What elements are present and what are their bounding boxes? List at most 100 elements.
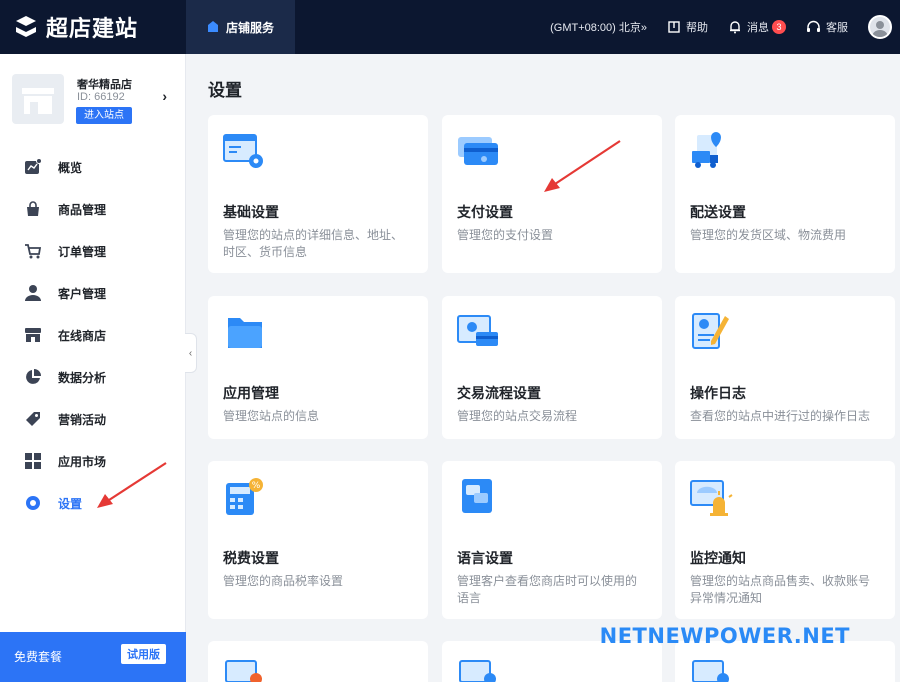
sidebar: 奢华精品店 ID: 66192 进入站点 › 概览 商品管理 订单管理 客户管理… (0, 54, 186, 682)
sidebar-item-orders[interactable]: 订单管理 (0, 230, 186, 272)
bag-icon (27, 201, 39, 216)
tab-label: 店铺服务 (226, 20, 275, 35)
sidebar-item-label: 数据分析 (58, 370, 107, 385)
tab-store-service[interactable]: 店铺服务 (186, 0, 295, 54)
sidebar-item-marketing[interactable]: 营销活动 (0, 398, 186, 440)
brand-name: 超店建站 (46, 16, 139, 41)
alarm-monitor-icon (690, 480, 733, 516)
clipboard-pen-icon (692, 313, 729, 349)
card-title: 基础设置 (223, 204, 279, 220)
sidebar-item-label: 设置 (58, 496, 83, 511)
store-id: ID: 66192 (77, 91, 125, 103)
card-operation-log[interactable]: 操作日志 查看您的站点中进行过的操作日志 (675, 296, 895, 439)
tag-icon (26, 412, 40, 426)
page-title: 设置 (208, 81, 242, 100)
messages-button[interactable]: 消息 3 (728, 19, 786, 35)
card-description: 管理您的发货区域、物流费用 (690, 228, 847, 242)
message-count-badge: 3 (772, 20, 786, 34)
card-description: 管理您的站点商品售卖、收款账号异常情况通知 (690, 574, 871, 605)
card-basic-settings[interactable]: 基础设置 管理您的站点的详细信息、地址、时区、货币信息 (208, 115, 428, 273)
translate-icon (462, 479, 492, 513)
headset-icon (807, 20, 820, 32)
timezone-text: (GMT+08:00) 北京» (550, 22, 647, 34)
card-title: 税费设置 (223, 550, 279, 566)
annotation-arrow-settings (97, 462, 167, 508)
brand[interactable]: 超店建站 (12, 10, 138, 44)
card-description: 管理您的支付设置 (457, 228, 554, 242)
avatar-person-icon (872, 21, 888, 37)
sidebar-collapse-toggle[interactable]: ‹ (185, 333, 197, 373)
user-avatar[interactable] (868, 15, 892, 39)
card-tax-settings[interactable]: % 税费设置 管理您的商品税率设置 (208, 461, 428, 619)
sidebar-item-products[interactable]: 商品管理 (0, 188, 186, 230)
card-partial-1[interactable] (208, 641, 428, 682)
card-title: 监控通知 (690, 550, 746, 566)
card-title: 配送设置 (690, 204, 746, 220)
book-icon (668, 21, 680, 33)
card-shipping-settings[interactable]: 配送设置 管理您的发货区域、物流费用 (675, 115, 895, 273)
chevron-right-icon[interactable]: › (162, 88, 167, 104)
chevron-left-icon: ‹ (188, 347, 193, 359)
plan-banner[interactable]: 免费套餐 试用版 (0, 632, 186, 682)
browser-gear-icon (223, 134, 263, 168)
settings-icon (26, 496, 40, 510)
store-icon (25, 328, 41, 342)
card-title: 交易流程设置 (457, 385, 541, 401)
service-label: 客服 (826, 22, 848, 34)
credit-card-icon (458, 137, 498, 165)
messages-label: 消息 (747, 22, 769, 34)
svg-text:%: % (252, 481, 261, 491)
card-transaction-flow-settings[interactable]: 交易流程设置 管理您的站点交易流程 (442, 296, 662, 439)
card-description: 管理您的商品税率设置 (223, 574, 344, 588)
pie-chart-icon (26, 369, 41, 384)
top-right-tools: (GMT+08:00) 北京» 帮助 消息 3 客服 (530, 0, 892, 54)
card-description: 管理您站点的信息 (223, 409, 320, 423)
store-name: 奢华精品店 (77, 79, 132, 91)
card-title: 操作日志 (690, 385, 746, 401)
card-partial-icon (459, 660, 496, 682)
plan-label: 免费套餐 (14, 650, 63, 664)
cart-icon (25, 244, 42, 259)
sidebar-item-label: 在线商店 (58, 328, 107, 343)
sidebar-item-label: 概览 (58, 160, 83, 175)
bell-icon (730, 21, 740, 34)
card-title: 支付设置 (457, 204, 513, 220)
delivery-truck-icon (692, 132, 721, 168)
overview-icon (25, 158, 42, 174)
user-icon (25, 285, 41, 301)
watermark: NETNEWPOWER.NET (599, 624, 850, 648)
help-label: 帮助 (686, 22, 708, 34)
sidebar-item-customers[interactable]: 客户管理 (0, 272, 186, 314)
enter-site-button[interactable]: 进入站点 (76, 107, 132, 124)
service-button[interactable]: 客服 (806, 19, 848, 35)
sidebar-item-label: 营销活动 (58, 412, 107, 427)
sidebar-item-label: 客户管理 (58, 286, 107, 301)
store-switcher[interactable]: 奢华精品店 ID: 66192 进入站点 › (12, 74, 177, 126)
sidebar-item-analytics[interactable]: 数据分析 (0, 356, 186, 398)
card-description: 管理您的站点交易流程 (457, 409, 578, 423)
card-language-settings[interactable]: 语言设置 管理客户查看您商店时可以使用的语言 (442, 461, 662, 619)
sidebar-item-online-store[interactable]: 在线商店 (0, 314, 186, 356)
card-partial-icon (692, 660, 729, 682)
card-partial-icon (225, 660, 262, 682)
sidebar-item-label: 商品管理 (58, 202, 107, 217)
timezone-link[interactable]: (GMT+08:00) 北京» (550, 19, 647, 35)
card-description: 管理客户查看您商店时可以使用的语言 (457, 574, 638, 605)
card-description: 管理您的站点的详细信息、地址、时区、货币信息 (223, 228, 404, 259)
sidebar-item-overview[interactable]: 概览 (0, 146, 186, 188)
card-description: 查看您的站点中进行过的操作日志 (690, 409, 871, 423)
annotation-arrow-payment (544, 140, 621, 192)
card-app-management[interactable]: 应用管理 管理您站点的信息 (208, 296, 428, 439)
payment-screen-icon (457, 315, 498, 346)
brand-logo-icon (16, 16, 36, 37)
top-bar: 超店建站 店铺服务 (GMT+08:00) 北京» 帮助 消息 3 客服 (0, 0, 900, 54)
card-monitoring-notifications[interactable]: 监控通知 管理您的站点商品售卖、收款账号异常情况通知 (675, 461, 895, 619)
card-title: 语言设置 (457, 550, 513, 566)
store-thumbnail (12, 74, 64, 124)
grid-icon (25, 453, 41, 469)
card-title: 应用管理 (223, 385, 279, 401)
folder-icon (228, 318, 262, 348)
plan-badge-button[interactable]: 试用版 (121, 644, 166, 664)
help-button[interactable]: 帮助 (667, 19, 708, 35)
sidebar-item-label: 订单管理 (58, 244, 107, 259)
